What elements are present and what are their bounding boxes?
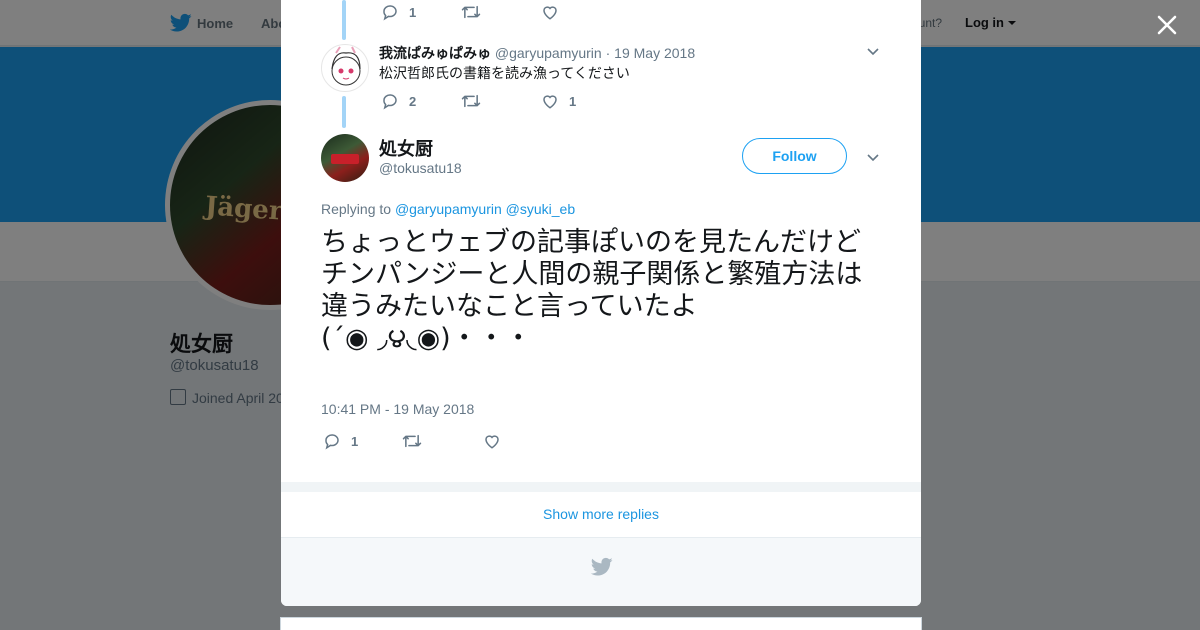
chevron-down-icon[interactable]: [866, 150, 880, 164]
tweet-text: ちょっとウェブの記事ぽいのを見たんだけど チンパンジーと人間の親子関係と繁殖方法…: [321, 227, 863, 354]
show-more-replies-button[interactable]: Show more replies: [281, 492, 921, 538]
close-icon[interactable]: [1154, 12, 1180, 38]
replying-to-user-link[interactable]: @syuki_eb: [506, 201, 575, 217]
reply-action[interactable]: 2: [381, 92, 416, 110]
thread-connector-line: [342, 0, 346, 40]
reply-action[interactable]: 1: [381, 3, 416, 21]
reply-icon: [383, 94, 397, 110]
reply-count: 1: [351, 433, 359, 449]
retweet-icon: [461, 5, 481, 19]
tweet-permalink-modal: 1 我流ぱみゅぱみゅ @garyupamyurin · 19 May 2018 …: [281, 0, 921, 606]
like-icon: [543, 95, 557, 109]
like-action[interactable]: 1: [541, 92, 576, 110]
reply-action[interactable]: 1: [323, 432, 358, 450]
reply-count: 2: [409, 93, 417, 109]
reply-text: 松沢哲郎氏の書籍を読み漁ってください: [379, 65, 630, 81]
tweet-author-avatar[interactable]: [321, 134, 369, 182]
retweet-icon: [461, 94, 481, 108]
tweet-author-handle[interactable]: @tokusatu18: [379, 160, 462, 176]
twitter-bird-icon: [591, 557, 613, 576]
reply-timestamp[interactable]: 19 May 2018: [614, 45, 695, 61]
next-modal-card: [280, 617, 922, 630]
retweet-action[interactable]: [461, 3, 481, 21]
like-action[interactable]: [541, 3, 559, 21]
tweet-author-name[interactable]: 処女厨: [379, 135, 433, 161]
replying-to-prefix: Replying to: [321, 201, 392, 217]
reply-count: 1: [409, 4, 417, 20]
section-divider: [281, 482, 921, 492]
like-icon: [485, 435, 499, 449]
modal-footer: [281, 538, 921, 606]
retweet-icon: [402, 434, 422, 448]
chevron-down-icon[interactable]: [866, 44, 880, 58]
follow-button[interactable]: Follow: [742, 138, 847, 174]
reply-author-name[interactable]: 我流ぱみゅぱみゅ: [379, 45, 491, 61]
separator-dot: ·: [605, 45, 611, 61]
reply-icon: [325, 434, 339, 450]
like-icon: [543, 6, 557, 20]
tweet-timestamp[interactable]: 10:41 PM - 19 May 2018: [321, 401, 474, 417]
thread-connector-line: [342, 96, 346, 128]
reply-icon: [383, 5, 397, 21]
reply-author-handle[interactable]: @garyupamyurin: [495, 45, 602, 61]
reply-header: 我流ぱみゅぱみゅ @garyupamyurin · 19 May 2018: [379, 43, 695, 63]
retweet-action[interactable]: [402, 432, 422, 450]
like-action[interactable]: [483, 432, 501, 450]
retweet-action[interactable]: [461, 92, 481, 110]
replying-to-user-link[interactable]: @garyupamyurin: [395, 201, 502, 217]
reply-avatar[interactable]: [321, 44, 369, 92]
like-count: 1: [569, 93, 577, 109]
replying-to-line: Replying to @garyupamyurin @syuki_eb: [321, 201, 575, 217]
